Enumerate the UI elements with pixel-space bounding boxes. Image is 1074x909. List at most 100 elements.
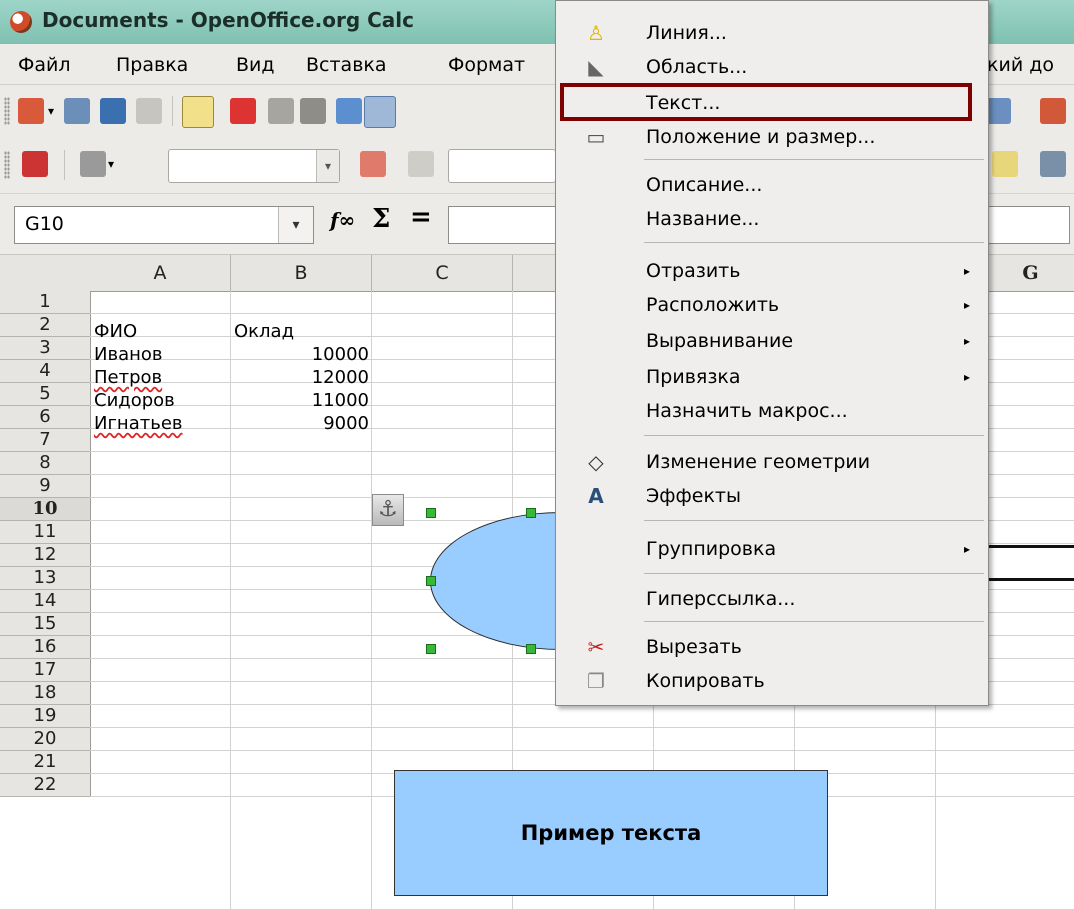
row-header-9[interactable]: 9 [0, 475, 91, 498]
resize-handle[interactable] [426, 576, 436, 586]
menu-item-assign-macro[interactable]: Назначить макрос... [556, 393, 988, 429]
line-color-icon[interactable] [408, 151, 434, 177]
line-width-input[interactable] [448, 149, 556, 183]
resize-handle[interactable] [426, 644, 436, 654]
spellcheck-icon[interactable] [336, 98, 362, 124]
menu-item-effects[interactable]: A Эффекты [556, 478, 988, 514]
cell-a6[interactable]: Игнатьев [94, 413, 183, 435]
cell-a2[interactable]: ФИО [94, 321, 137, 343]
row-header-21[interactable]: 21 [0, 751, 91, 774]
shadow-icon[interactable] [1040, 151, 1066, 177]
cell-b2[interactable]: Оклад [234, 321, 294, 343]
menu-item-description[interactable]: Описание... [556, 167, 988, 203]
corner-select-all[interactable] [0, 255, 91, 292]
area-icon[interactable] [992, 151, 1018, 177]
column-header-c[interactable]: C [372, 255, 513, 292]
pdf-export-icon[interactable] [230, 98, 256, 124]
resize-handle[interactable] [526, 644, 536, 654]
row-header-5[interactable]: 5 [0, 383, 91, 406]
edit-mode-icon[interactable] [182, 96, 214, 128]
row-header-17[interactable]: 17 [0, 659, 91, 682]
chevron-down-icon[interactable]: ▾ [278, 207, 313, 243]
text-box-shape[interactable]: Пример текста [394, 770, 828, 896]
line-style-icon[interactable] [80, 151, 106, 177]
row-header-8[interactable]: 8 [0, 452, 91, 475]
chart-icon[interactable] [1040, 98, 1066, 124]
column-header-g[interactable]: G [987, 255, 1074, 292]
menu-edit[interactable]: Правка [116, 54, 188, 76]
menu-item-copy[interactable]: ❐ Копировать [556, 663, 988, 699]
row-header-18[interactable]: 18 [0, 682, 91, 705]
menu-item-edit-points[interactable]: ◇ Изменение геометрии [556, 444, 988, 480]
menu-file[interactable]: Файл [18, 54, 71, 76]
function-wizard-icon[interactable]: f∞ [330, 208, 355, 232]
anchor-icon[interactable]: ⚓ [372, 494, 404, 526]
column-header-a[interactable]: A [90, 255, 231, 292]
row-header-6[interactable]: 6 [0, 406, 91, 429]
resize-handle[interactable] [426, 508, 436, 518]
cell-a4[interactable]: Петров [94, 367, 162, 389]
cell-a5[interactable]: Сидоров [94, 390, 175, 412]
selected-cell-g10[interactable] [985, 545, 1074, 581]
line-style-select[interactable]: ▾ [168, 149, 340, 183]
row-header-2[interactable]: 2 [0, 314, 91, 337]
row-header-19[interactable]: 19 [0, 705, 91, 728]
column-header-b[interactable]: B [231, 255, 372, 292]
row-header-16[interactable]: 16 [0, 636, 91, 659]
cell-a3[interactable]: Иванов [94, 344, 163, 366]
open-icon[interactable] [64, 98, 90, 124]
cell-b3[interactable]: 10000 [232, 344, 369, 366]
menu-item-flip[interactable]: Отразить ▸ [556, 253, 988, 289]
submenu-arrow-icon: ▸ [963, 334, 970, 348]
menu-tools-partial[interactable]: кий до [987, 54, 1054, 76]
menu-item-anchor[interactable]: Привязка ▸ [556, 359, 988, 395]
menu-separator [644, 242, 984, 243]
row-header-11[interactable]: 11 [0, 521, 91, 544]
row-header-12[interactable]: 12 [0, 544, 91, 567]
email-icon[interactable] [136, 98, 162, 124]
new-document-icon[interactable] [18, 98, 44, 124]
menu-insert[interactable]: Вставка [306, 54, 387, 76]
line-width-icon[interactable] [360, 151, 386, 177]
new-dropdown-icon[interactable]: ▾ [48, 98, 60, 124]
autospellcheck-icon[interactable] [364, 96, 396, 128]
name-box[interactable]: G10 ▾ [14, 206, 314, 244]
row-header-3[interactable]: 3 [0, 337, 91, 360]
sum-icon[interactable]: Σ [372, 204, 390, 234]
toolbar-grip[interactable] [4, 97, 10, 125]
row-header-1[interactable]: 1 [0, 291, 91, 314]
print-preview-icon[interactable] [300, 98, 326, 124]
line-dropdown-icon[interactable]: ▾ [108, 151, 120, 177]
row-header-15[interactable]: 15 [0, 613, 91, 636]
cell-b6[interactable]: 9000 [232, 413, 369, 435]
menu-item-label: Отразить [646, 260, 741, 282]
row-header-10[interactable]: 10 [0, 498, 91, 521]
select-icon[interactable] [22, 151, 48, 177]
function-icon[interactable]: = [410, 202, 432, 232]
chevron-down-icon[interactable]: ▾ [316, 150, 339, 182]
row-header-14[interactable]: 14 [0, 590, 91, 613]
menu-item-area[interactable]: ◣ Область... [556, 49, 988, 85]
toolbar-grip[interactable] [4, 151, 10, 179]
row-header-22[interactable]: 22 [0, 774, 91, 797]
menu-item-group[interactable]: Группировка ▸ [556, 531, 988, 567]
menu-item-arrange[interactable]: Расположить ▸ [556, 287, 988, 323]
cell-b4[interactable]: 12000 [232, 367, 369, 389]
menu-item-hyperlink[interactable]: Гиперссылка... [556, 581, 988, 617]
cell-b5[interactable]: 11000 [232, 390, 369, 412]
menu-item-align[interactable]: Выравнивание ▸ [556, 323, 988, 359]
row-header-7[interactable]: 7 [0, 429, 91, 452]
menu-view[interactable]: Вид [236, 54, 275, 76]
menu-item-position-size[interactable]: ▭ Положение и размер... [556, 119, 988, 155]
menu-item-name[interactable]: Название... [556, 201, 988, 237]
menu-item-label: Положение и размер... [646, 126, 876, 148]
row-header-4[interactable]: 4 [0, 360, 91, 383]
row-header-13[interactable]: 13 [0, 567, 91, 590]
row-header-20[interactable]: 20 [0, 728, 91, 751]
menu-item-cut[interactable]: ✂ Вырезать [556, 629, 988, 665]
menu-item-line[interactable]: ♙ Линия... [556, 15, 988, 51]
print-icon[interactable] [268, 98, 294, 124]
resize-handle[interactable] [526, 508, 536, 518]
menu-format[interactable]: Формат [448, 54, 525, 76]
save-icon[interactable] [100, 98, 126, 124]
